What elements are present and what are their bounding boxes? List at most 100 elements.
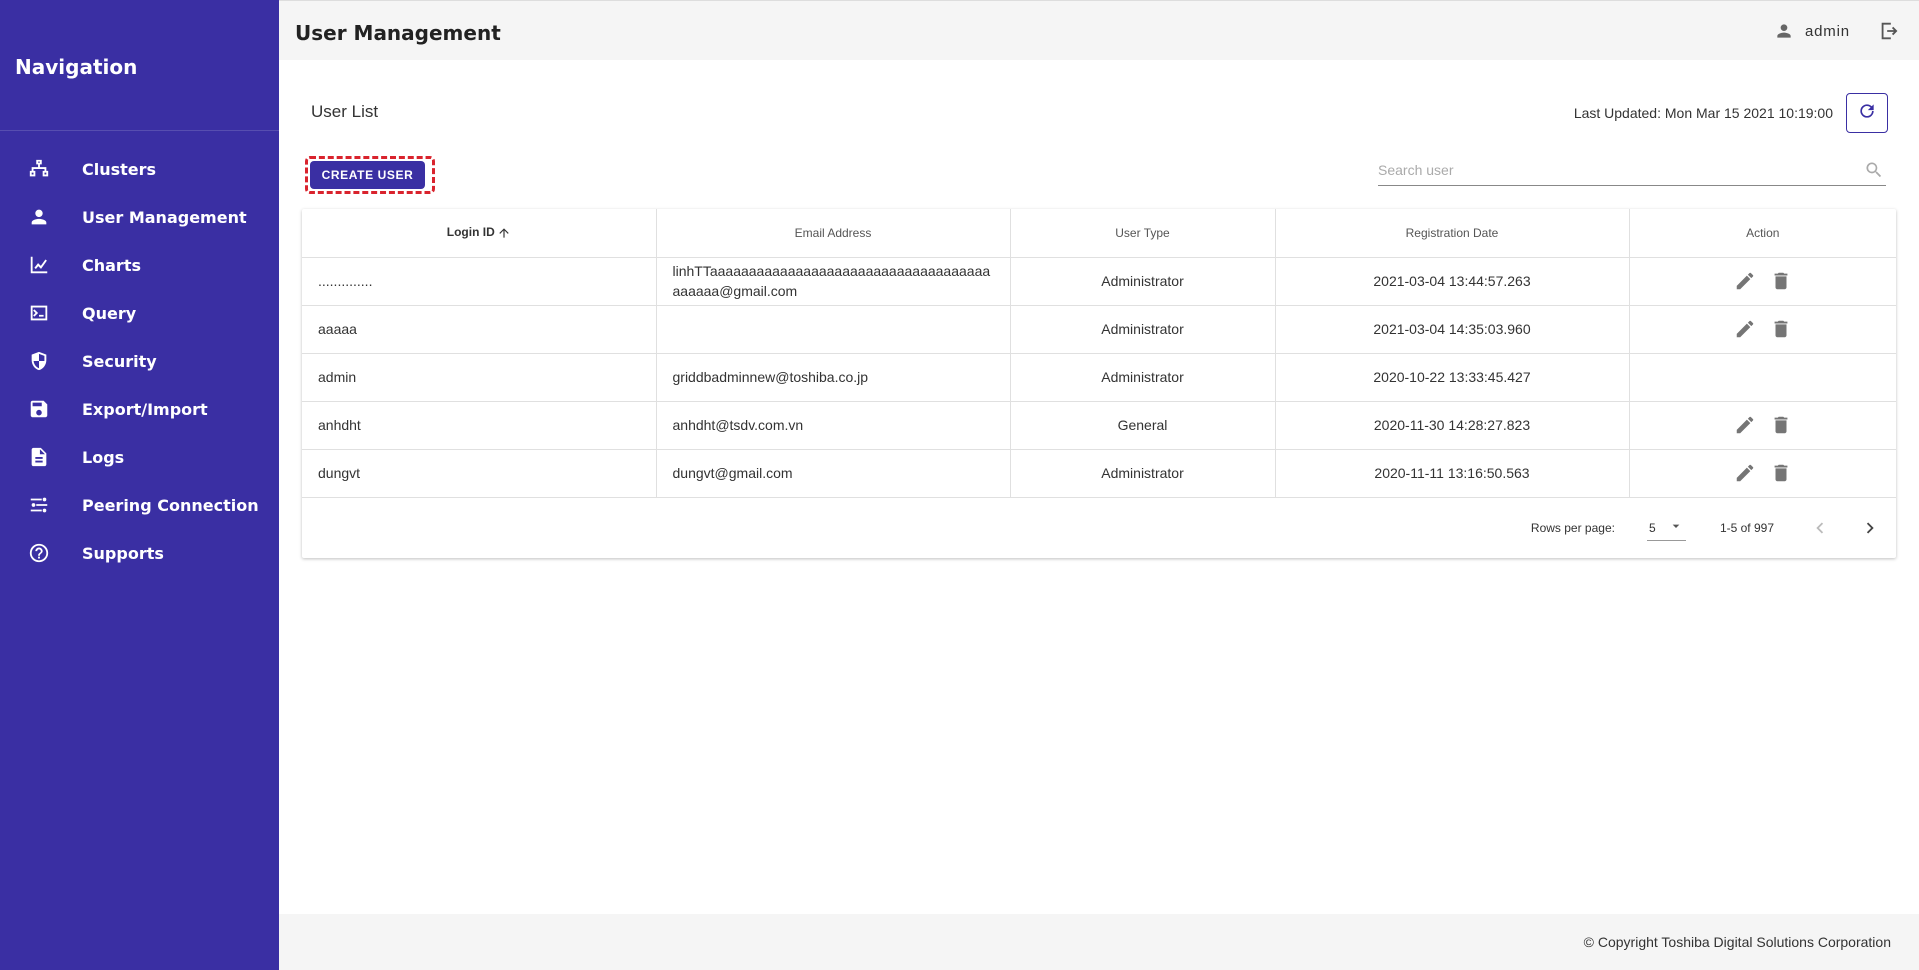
table-row: dungvt dungvt@gmail.com Administrator 20… — [302, 449, 1896, 498]
cell-email — [656, 305, 1011, 354]
sidebar-item-label: Clusters — [82, 159, 157, 179]
top-header: User Management admin — [279, 0, 1919, 60]
search-field — [1378, 156, 1886, 186]
save-icon — [27, 397, 51, 421]
current-username: admin — [1805, 23, 1850, 40]
arrow-up-icon — [497, 226, 511, 240]
delete-icon[interactable] — [1770, 318, 1792, 340]
person-icon — [27, 205, 51, 229]
page-title: User Management — [295, 21, 501, 45]
sidebar-item-charts[interactable]: Charts — [0, 241, 279, 289]
table-row: anhdht anhdht@tsdv.com.vn General 2020-1… — [302, 401, 1896, 450]
help-icon — [27, 541, 51, 565]
cell-registration-date: 2020-11-30 14:28:27.823 — [1275, 401, 1630, 450]
sidebar-item-label: Logs — [82, 447, 125, 467]
column-header-registration-date[interactable]: Registration Date — [1275, 209, 1630, 258]
chevron-left-icon — [1816, 522, 1824, 534]
nav-divider — [0, 130, 279, 131]
cell-email: anhdht@tsdv.com.vn — [656, 401, 1011, 450]
sidebar-item-export-import[interactable]: Export/Import — [0, 385, 279, 433]
rows-per-page-select[interactable]: 5 — [1646, 515, 1686, 541]
sidebar-item-security[interactable]: Security — [0, 337, 279, 385]
sidebar-item-query[interactable]: Query — [0, 289, 279, 337]
edit-icon[interactable] — [1734, 462, 1756, 484]
sidebar-item-label: Query — [82, 303, 137, 323]
cell-login-id: dungvt — [302, 449, 657, 498]
edit-icon[interactable] — [1734, 318, 1756, 340]
column-header-action: Action — [1629, 209, 1896, 258]
cell-actions — [1629, 449, 1896, 498]
delete-icon[interactable] — [1770, 414, 1792, 436]
edit-icon[interactable] — [1734, 270, 1756, 292]
cell-registration-date: 2020-11-11 13:16:50.563 — [1275, 449, 1630, 498]
cell-actions — [1629, 353, 1896, 402]
search-icon[interactable] — [1864, 160, 1884, 180]
document-icon — [27, 445, 51, 469]
cluster-icon — [27, 157, 51, 181]
sidebar-item-logs[interactable]: Logs — [0, 433, 279, 481]
edit-icon[interactable] — [1734, 414, 1756, 436]
rows-per-page-value: 5 — [1648, 520, 1656, 535]
cell-user-type: Administrator — [1010, 305, 1276, 354]
footer: © Copyright Toshiba Digital Solutions Co… — [279, 914, 1919, 970]
sidebar-item-peering-connection[interactable]: Peering Connection — [0, 481, 279, 529]
table-pagination: Rows per page: 5 1-5 of 997 — [302, 499, 1896, 557]
cell-registration-date: 2020-10-22 13:33:45.427 — [1275, 353, 1630, 402]
shield-icon — [27, 349, 51, 373]
cell-login-id: anhdht — [302, 401, 657, 450]
table-row: .............. linhTTaaaaaaaaaaaaaaaaaaa… — [302, 257, 1896, 306]
rows-per-page-label: Rows per page: — [1530, 521, 1615, 535]
cell-email: linhTTaaaaaaaaaaaaaaaaaaaaaaaaaaaaaaaaaa… — [656, 257, 1011, 306]
cell-registration-date: 2021-03-04 13:44:57.263 — [1275, 257, 1630, 306]
column-header-user-type[interactable]: User Type — [1010, 209, 1276, 258]
caret-down-icon — [1668, 518, 1684, 537]
user-table: Login ID Email Address User Type Registr… — [302, 209, 1896, 498]
copyright-text: © Copyright Toshiba Digital Solutions Co… — [1583, 934, 1891, 950]
nav-title: Navigation — [15, 55, 138, 79]
nav-list: Clusters User Management Charts Query Se… — [0, 145, 279, 577]
logout-icon[interactable] — [1878, 20, 1900, 42]
cell-user-type: Administrator — [1010, 257, 1276, 306]
last-updated-text: Last Updated: Mon Mar 15 2021 10:19:00 — [1573, 105, 1833, 121]
cell-actions — [1629, 257, 1896, 306]
search-input[interactable] — [1378, 156, 1848, 184]
sidebar-item-label: Supports — [82, 543, 164, 563]
cell-actions — [1629, 305, 1896, 354]
sidebar-item-label: Peering Connection — [82, 495, 259, 515]
sidebar-item-label: Security — [82, 351, 157, 371]
delete-icon[interactable] — [1770, 270, 1792, 292]
sidebar-item-clusters[interactable]: Clusters — [0, 145, 279, 193]
column-header-login-id[interactable]: Login ID — [302, 209, 657, 258]
table-row: admin griddbadminnew@toshiba.co.jp Admin… — [302, 353, 1896, 402]
sidebar: Navigation Clusters User Management Char… — [0, 0, 279, 970]
sidebar-item-supports[interactable]: Supports — [0, 529, 279, 577]
column-header-label: Login ID — [446, 225, 495, 240]
chevron-right-icon — [1866, 522, 1874, 534]
sidebar-item-user-management[interactable]: User Management — [0, 193, 279, 241]
cell-email: dungvt@gmail.com — [656, 449, 1011, 498]
next-page-button[interactable] — [1858, 516, 1882, 540]
cell-user-type: General — [1010, 401, 1276, 450]
create-user-button[interactable]: CREATE USER — [310, 161, 425, 189]
refresh-button[interactable] — [1846, 93, 1888, 133]
delete-icon[interactable] — [1770, 462, 1792, 484]
cell-user-type: Administrator — [1010, 353, 1276, 402]
cell-registration-date: 2021-03-04 14:35:03.960 — [1275, 305, 1630, 354]
column-header-email[interactable]: Email Address — [656, 209, 1011, 258]
page-range-text: 1-5 of 997 — [1719, 521, 1774, 535]
previous-page-button[interactable] — [1808, 516, 1832, 540]
table-row: aaaaa Administrator 2021-03-04 14:35:03.… — [302, 305, 1896, 354]
refresh-icon — [1857, 101, 1877, 126]
cell-login-id: admin — [302, 353, 657, 402]
sidebar-item-label: Charts — [82, 255, 141, 275]
cell-user-type: Administrator — [1010, 449, 1276, 498]
sidebar-item-label: User Management — [82, 207, 247, 227]
line-chart-icon — [27, 253, 51, 277]
terminal-icon — [27, 301, 51, 325]
cell-actions — [1629, 401, 1896, 450]
cell-login-id: aaaaa — [302, 305, 657, 354]
table-header-row: Login ID Email Address User Type Registr… — [302, 209, 1896, 258]
section-title: User List — [311, 102, 379, 121]
peering-icon — [27, 493, 51, 517]
cell-login-id: .............. — [302, 257, 657, 306]
